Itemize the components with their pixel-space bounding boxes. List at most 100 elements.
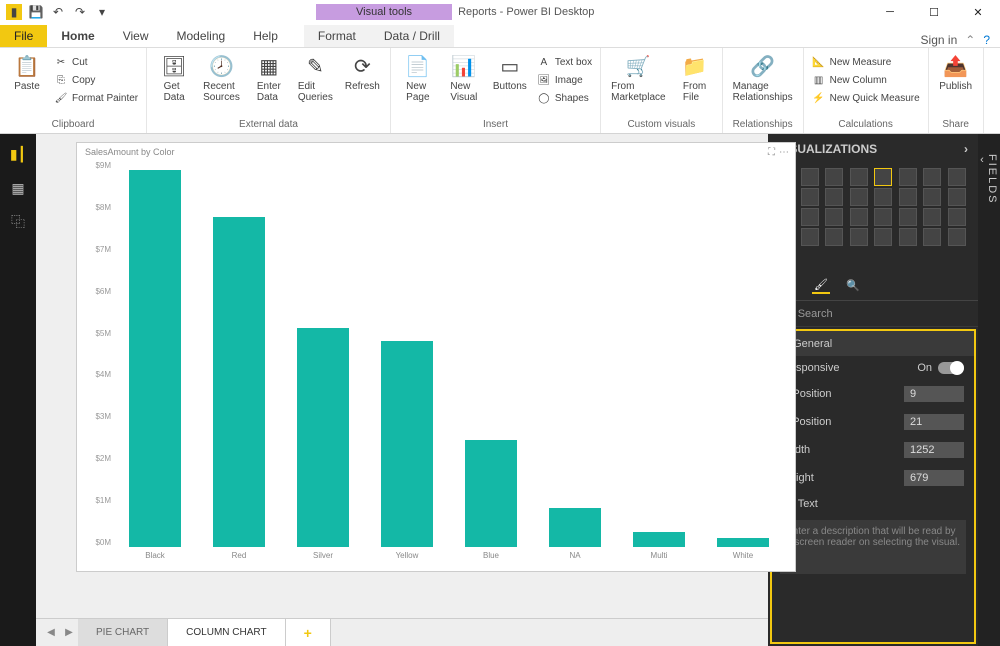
new-measure-button[interactable]: 📐New Measure	[810, 54, 922, 70]
new-page-button[interactable]: 📄New Page	[397, 50, 439, 105]
viz-type-14[interactable]	[923, 188, 941, 206]
tab-file[interactable]: File	[0, 25, 47, 47]
maximize-button[interactable]: ☐	[912, 0, 956, 24]
sign-in-link[interactable]: Sign in	[921, 33, 958, 47]
viz-type-6[interactable]	[923, 168, 941, 186]
bar-silver[interactable]	[297, 328, 349, 547]
close-button[interactable]: ✕	[956, 0, 1000, 24]
viz-type-7[interactable]	[948, 168, 966, 186]
edit-queries-button[interactable]: ✎Edit Queries	[294, 50, 337, 105]
data-view-icon[interactable]: ▦	[8, 178, 28, 198]
paste-button[interactable]: 📋Paste	[6, 50, 48, 94]
bar-red[interactable]	[213, 217, 265, 547]
bar-yellow[interactable]	[381, 341, 433, 547]
width-input[interactable]: 1252	[904, 442, 964, 458]
model-view-icon[interactable]: ⿻	[8, 212, 28, 232]
tab-modeling[interactable]: Modeling	[162, 25, 239, 47]
viz-type-3[interactable]	[850, 168, 868, 186]
new-visual-button[interactable]: 📊New Visual	[443, 50, 485, 105]
manage-relationships-button[interactable]: 🔗Manage Relationships	[729, 50, 797, 105]
save-icon[interactable]: 💾	[28, 4, 44, 20]
viz-type-26[interactable]	[825, 228, 843, 246]
viz-type-29[interactable]	[899, 228, 917, 246]
page-tab-column[interactable]: COLUMN CHART	[168, 619, 285, 646]
viz-type-13[interactable]	[899, 188, 917, 206]
format-roller-icon[interactable]: 🖌	[812, 276, 830, 294]
viz-type-5[interactable]	[899, 168, 917, 186]
tab-format[interactable]: Format	[304, 25, 370, 47]
publish-button[interactable]: 📤Publish	[935, 50, 977, 94]
alt-text-input[interactable]: Enter a description that will be read by…	[780, 520, 966, 574]
help-icon[interactable]: ?	[983, 33, 990, 47]
analytics-icon[interactable]: 🔍	[844, 276, 862, 294]
shapes-button[interactable]: ◯Shapes	[535, 90, 594, 106]
responsive-toggle[interactable]: On	[917, 362, 964, 374]
tab-help[interactable]: Help	[239, 25, 292, 47]
undo-icon[interactable]: ↶	[50, 4, 66, 20]
viz-type-31[interactable]	[948, 228, 966, 246]
new-quick-measure-button[interactable]: ⚡New Quick Measure	[810, 90, 922, 106]
qat-more-icon[interactable]: ▾	[94, 4, 110, 20]
visual-more-icon[interactable]: ⋯	[779, 147, 789, 158]
viz-type-28[interactable]	[874, 228, 892, 246]
tab-data-drill[interactable]: Data / Drill	[370, 25, 454, 47]
viz-type-9[interactable]	[801, 188, 819, 206]
ypos-input[interactable]: 21	[904, 414, 964, 430]
viz-type-30[interactable]	[923, 228, 941, 246]
page-prev-icon[interactable]: ◀	[42, 627, 60, 638]
bar-multi[interactable]	[633, 532, 685, 547]
viz-type-18[interactable]	[825, 208, 843, 226]
tab-home[interactable]: Home	[47, 25, 108, 47]
report-canvas[interactable]: ⛶ ⋯ SalesAmount by Color $9M$8M$7M$6M$5M…	[36, 134, 768, 618]
general-header[interactable]: ∧ General	[772, 331, 974, 356]
page-next-icon[interactable]: ▶	[60, 627, 78, 638]
textbox-button[interactable]: AText box	[535, 54, 594, 70]
image-button[interactable]: 🖼Image	[535, 72, 594, 88]
viz-type-21[interactable]	[899, 208, 917, 226]
viz-type-1[interactable]	[801, 168, 819, 186]
viz-type-15[interactable]	[948, 188, 966, 206]
tab-view[interactable]: View	[109, 25, 163, 47]
viz-type-17[interactable]	[801, 208, 819, 226]
chart-bars	[113, 161, 785, 547]
cut-button[interactable]: ✂Cut	[52, 54, 140, 70]
viz-type-23[interactable]	[948, 208, 966, 226]
enter-data-button[interactable]: ▦Enter Data	[248, 50, 290, 105]
refresh-button[interactable]: ⟳Refresh	[341, 50, 384, 94]
viz-type-12[interactable]	[874, 188, 892, 206]
format-painter-button[interactable]: 🖌Format Painter	[52, 90, 140, 106]
focus-mode-icon[interactable]: ⛶	[768, 147, 775, 158]
new-column-button[interactable]: ▥New Column	[810, 72, 922, 88]
get-data-button[interactable]: 🗄Get Data	[153, 50, 195, 105]
report-view-icon[interactable]: ▮┃	[8, 144, 28, 164]
viz-type-25[interactable]	[801, 228, 819, 246]
chevron-right-icon[interactable]: ›	[964, 142, 968, 156]
viz-type-20[interactable]	[874, 208, 892, 226]
height-input[interactable]: 679	[904, 470, 964, 486]
bar-blue[interactable]	[465, 440, 517, 547]
column-chart-visual[interactable]: ⛶ ⋯ SalesAmount by Color $9M$8M$7M$6M$5M…	[76, 142, 796, 572]
minimize-button[interactable]: ─	[868, 0, 912, 24]
page-tab-pie[interactable]: PIE CHART	[78, 619, 168, 646]
xpos-input[interactable]: 9	[904, 386, 964, 402]
viz-type-22[interactable]	[923, 208, 941, 226]
viz-type-11[interactable]	[850, 188, 868, 206]
page-tab-add[interactable]: +	[286, 619, 331, 646]
viz-type-2[interactable]	[825, 168, 843, 186]
chevron-up-icon[interactable]: ⌃	[965, 33, 975, 47]
viz-type-10[interactable]	[825, 188, 843, 206]
recent-sources-button[interactable]: 🕗Recent Sources	[199, 50, 244, 105]
viz-type-27[interactable]	[850, 228, 868, 246]
bar-black[interactable]	[129, 170, 181, 547]
bar-white[interactable]	[717, 538, 769, 547]
from-marketplace-button[interactable]: 🛒From Marketplace	[607, 50, 669, 105]
from-file-button[interactable]: 📁From File	[674, 50, 716, 105]
format-search[interactable]: 🔎 Search	[768, 301, 978, 327]
viz-type-19[interactable]	[850, 208, 868, 226]
copy-button[interactable]: ⎘Copy	[52, 72, 140, 88]
fields-pane-collapsed[interactable]: ‹ FIELDS	[978, 134, 1000, 646]
redo-icon[interactable]: ↷	[72, 4, 88, 20]
viz-type-4[interactable]	[874, 168, 892, 186]
bar-na[interactable]	[549, 508, 601, 547]
buttons-button[interactable]: ▭Buttons	[489, 50, 531, 94]
